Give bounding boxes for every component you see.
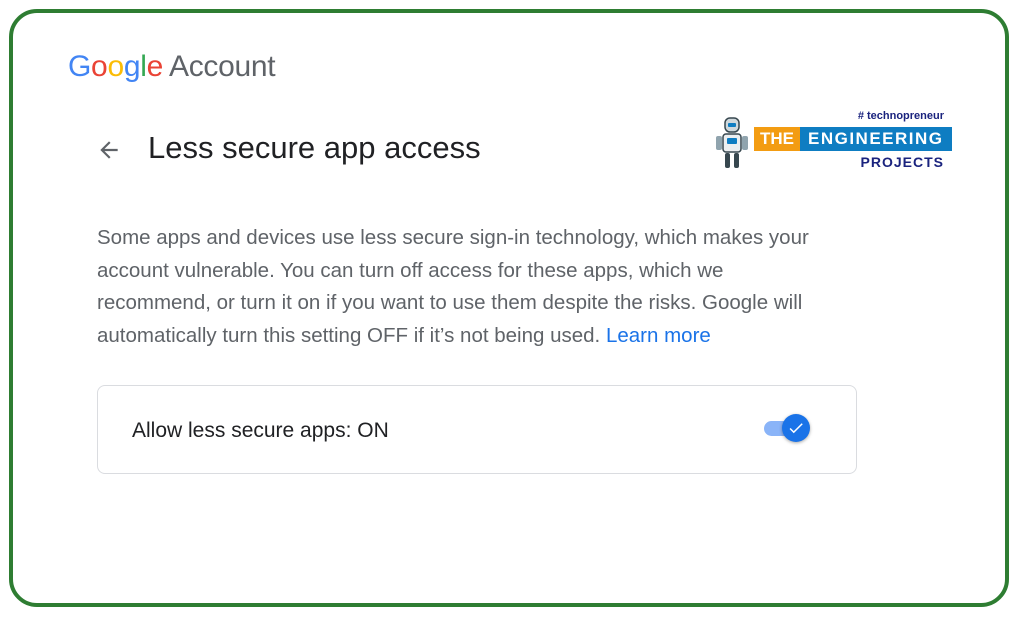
page-title: Less secure app access	[148, 130, 481, 165]
watermark-engineering: ENGINEERING	[800, 127, 952, 151]
robot-icon	[716, 117, 748, 168]
logo-letter-o1: o	[91, 50, 108, 83]
less-secure-apps-toggle[interactable]	[762, 412, 814, 444]
watermark-tag: # technopreneur	[857, 110, 944, 122]
logo-letter-g1: G	[68, 50, 92, 83]
logo-letter-o2: o	[107, 50, 124, 83]
watermark-the: THE	[754, 127, 800, 151]
watermark-projects: PROJECTS	[860, 154, 944, 170]
description: Some apps and devices use less secure si…	[97, 222, 837, 352]
less-secure-apps-card: Allow less secure apps: ON	[97, 385, 857, 474]
logo-letter-e: e	[146, 50, 164, 83]
watermark-bar: THE ENGINEERING	[754, 127, 952, 151]
arrow-left-icon[interactable]	[96, 137, 122, 163]
checkmark-icon	[789, 423, 803, 434]
logo-letter-g2: g	[123, 50, 141, 83]
toggle-thumb	[782, 414, 810, 442]
google-account-logo[interactable]: Google Account	[68, 50, 276, 84]
setting-label: Allow less secure apps: ON	[132, 419, 389, 442]
watermark-logo: # technopreneur THE ENGINEERING PROJECTS	[710, 110, 952, 172]
learn-more-link[interactable]: Learn more	[606, 324, 711, 347]
account-label: Account	[168, 50, 276, 83]
